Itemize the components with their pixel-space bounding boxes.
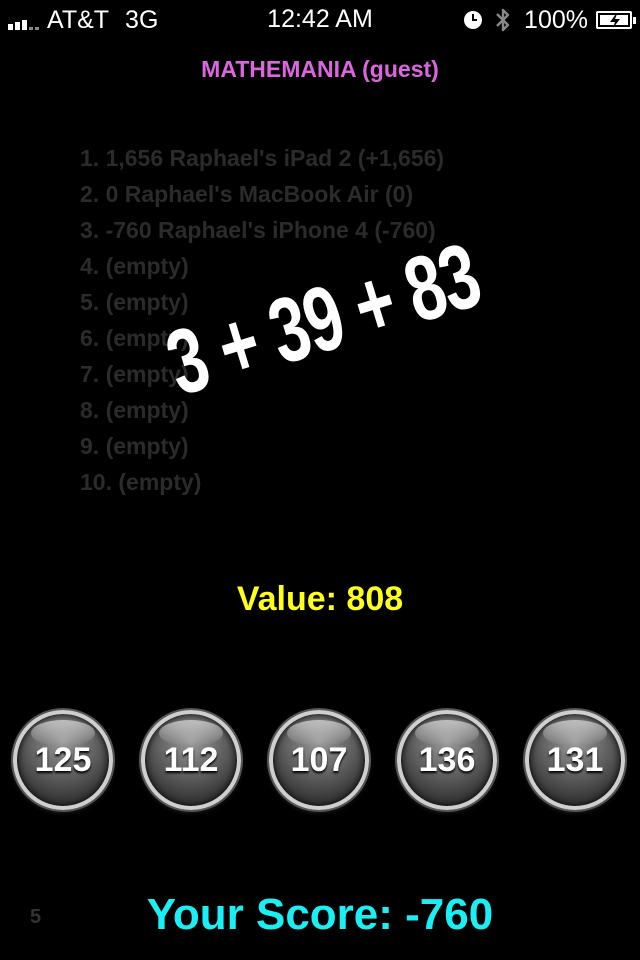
leaderboard-row: 9. (empty) (80, 433, 189, 459)
answer-button-1[interactable]: 125 (13, 710, 113, 810)
answer-button-3[interactable]: 107 (269, 710, 369, 810)
status-bar: AT&T 3G 12:42 AM 100% (0, 0, 640, 40)
answer-label: 112 (163, 740, 219, 779)
leaderboard-row: 2. 0 Raphael's MacBook Air (0) (80, 181, 414, 207)
answer-buttons: 125 112 107 136 131 (0, 710, 640, 810)
battery-percent: 100% (524, 5, 588, 34)
leaderboard-row: 3. -760 Raphael's iPhone 4 (-760) (80, 217, 436, 243)
score-display: Your Score: -760 (146, 890, 494, 939)
leaderboard-row: 10. (empty) (80, 469, 202, 495)
answer-button-5[interactable]: 131 (525, 710, 625, 810)
target-value: Value: 808 (236, 580, 404, 618)
battery-icon (596, 11, 636, 29)
app-title: MATHEMANIA (guest) (201, 56, 439, 82)
answer-label: 131 (546, 740, 604, 779)
status-right: 100% (464, 5, 636, 35)
leaderboard-row: 1. 1,656 Raphael's iPad 2 (+1,656) (80, 145, 445, 171)
answer-button-2[interactable]: 112 (141, 710, 241, 810)
clock-icon (464, 11, 483, 29)
answer-label: 107 (290, 740, 348, 779)
leaderboard-row: 8. (empty) (80, 397, 189, 423)
charging-bolt-icon (610, 14, 620, 28)
answer-label: 136 (418, 740, 476, 779)
answer-button-4[interactable]: 136 (397, 710, 497, 810)
answer-label: 125 (34, 740, 92, 779)
bluetooth-icon (496, 8, 510, 32)
